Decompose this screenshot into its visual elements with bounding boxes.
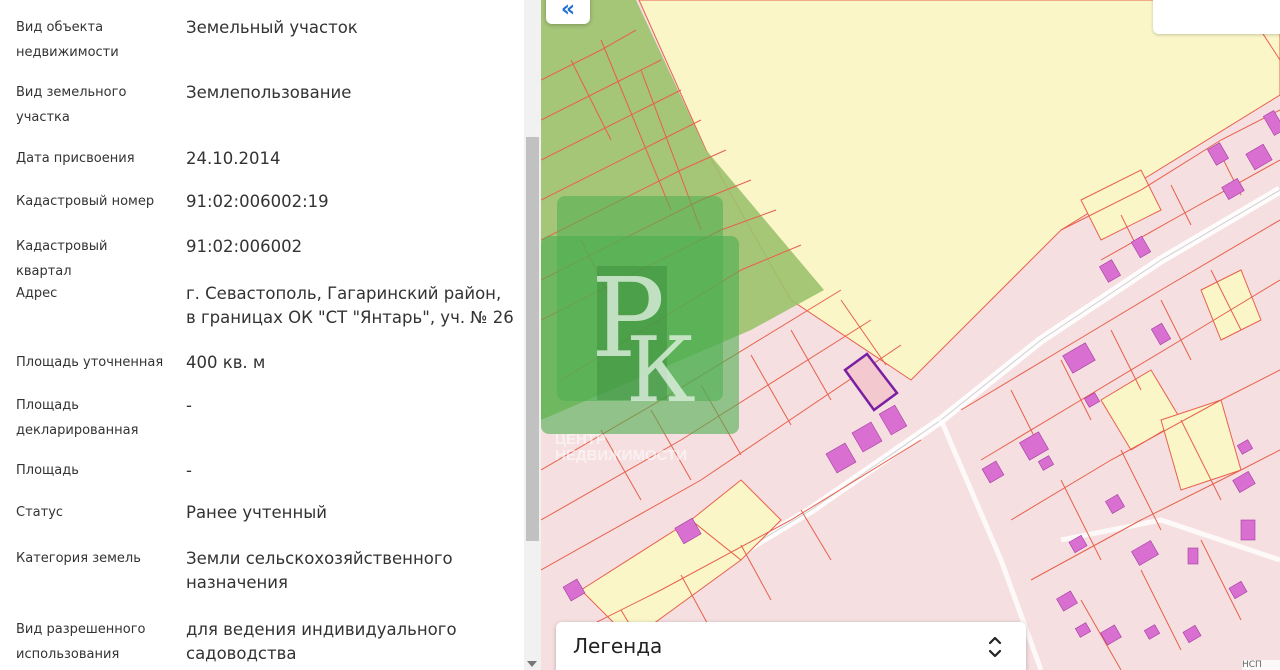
watermark-caption-top: ЦЕНТР	[555, 431, 606, 448]
property-label: Площадь декларированная	[16, 398, 139, 438]
watermark-caption-bottom: НЕДВИЖИМОСТИ	[555, 447, 687, 464]
legend-panel[interactable]: Легенда	[556, 622, 1026, 670]
property-label: Категория земель	[16, 551, 141, 566]
double-chevron-left-icon: «	[560, 0, 576, 22]
collapse-panel-button[interactable]: «	[546, 0, 590, 24]
property-label: Статус	[16, 505, 64, 520]
map-control-box[interactable]	[1153, 0, 1280, 34]
legend-title: Легенда	[573, 634, 663, 658]
property-value: 91:02:006002	[186, 237, 303, 256]
property-info-panel: Вид объекта недвижимости Земельный участ…	[0, 0, 524, 670]
property-label: Дата присвоения	[16, 151, 135, 166]
property-value: Земельный участок	[186, 18, 358, 37]
property-value: 24.10.2014	[186, 149, 281, 168]
watermark-letter-k: К	[626, 318, 696, 423]
map-attribution: НСП	[1242, 660, 1280, 670]
property-value: -	[186, 461, 192, 480]
property-value: г. Севастополь, Гагаринский район, в гра…	[186, 284, 514, 327]
property-label: Площадь уточненная	[16, 355, 164, 370]
property-value: Землепользование	[186, 83, 352, 102]
scroll-down-arrow-icon[interactable]	[527, 661, 537, 667]
chevron-up-down-icon[interactable]	[987, 634, 1003, 660]
property-label: Вид объекта недвижимости	[16, 20, 119, 60]
panel-scrollbar-thumb[interactable]	[526, 137, 539, 541]
property-value: Ранее учтенный	[186, 503, 327, 522]
property-value: Земли сельскохозяйственного назначения	[186, 549, 453, 592]
watermark-logo: Р К ЦЕНТР НЕДВИЖИМОСТИ	[541, 196, 739, 464]
property-value: 400 кв. м	[186, 353, 266, 372]
property-label: Кадастровый квартал	[16, 239, 108, 279]
property-value: для ведения индивидуального садоводства	[186, 620, 457, 663]
property-value: -	[186, 396, 192, 415]
property-label: Вид земельного участка	[16, 85, 127, 125]
cadastral-map[interactable]: Р К ЦЕНТР НЕДВИЖИМОСТИ	[541, 0, 1280, 670]
property-label: Площадь	[16, 463, 79, 478]
property-value: 91:02:006002:19	[186, 192, 329, 211]
property-label: Адрес	[16, 286, 58, 301]
property-label: Кадастровый номер	[16, 194, 155, 209]
property-label: Вид разрешенного использования	[16, 622, 146, 662]
